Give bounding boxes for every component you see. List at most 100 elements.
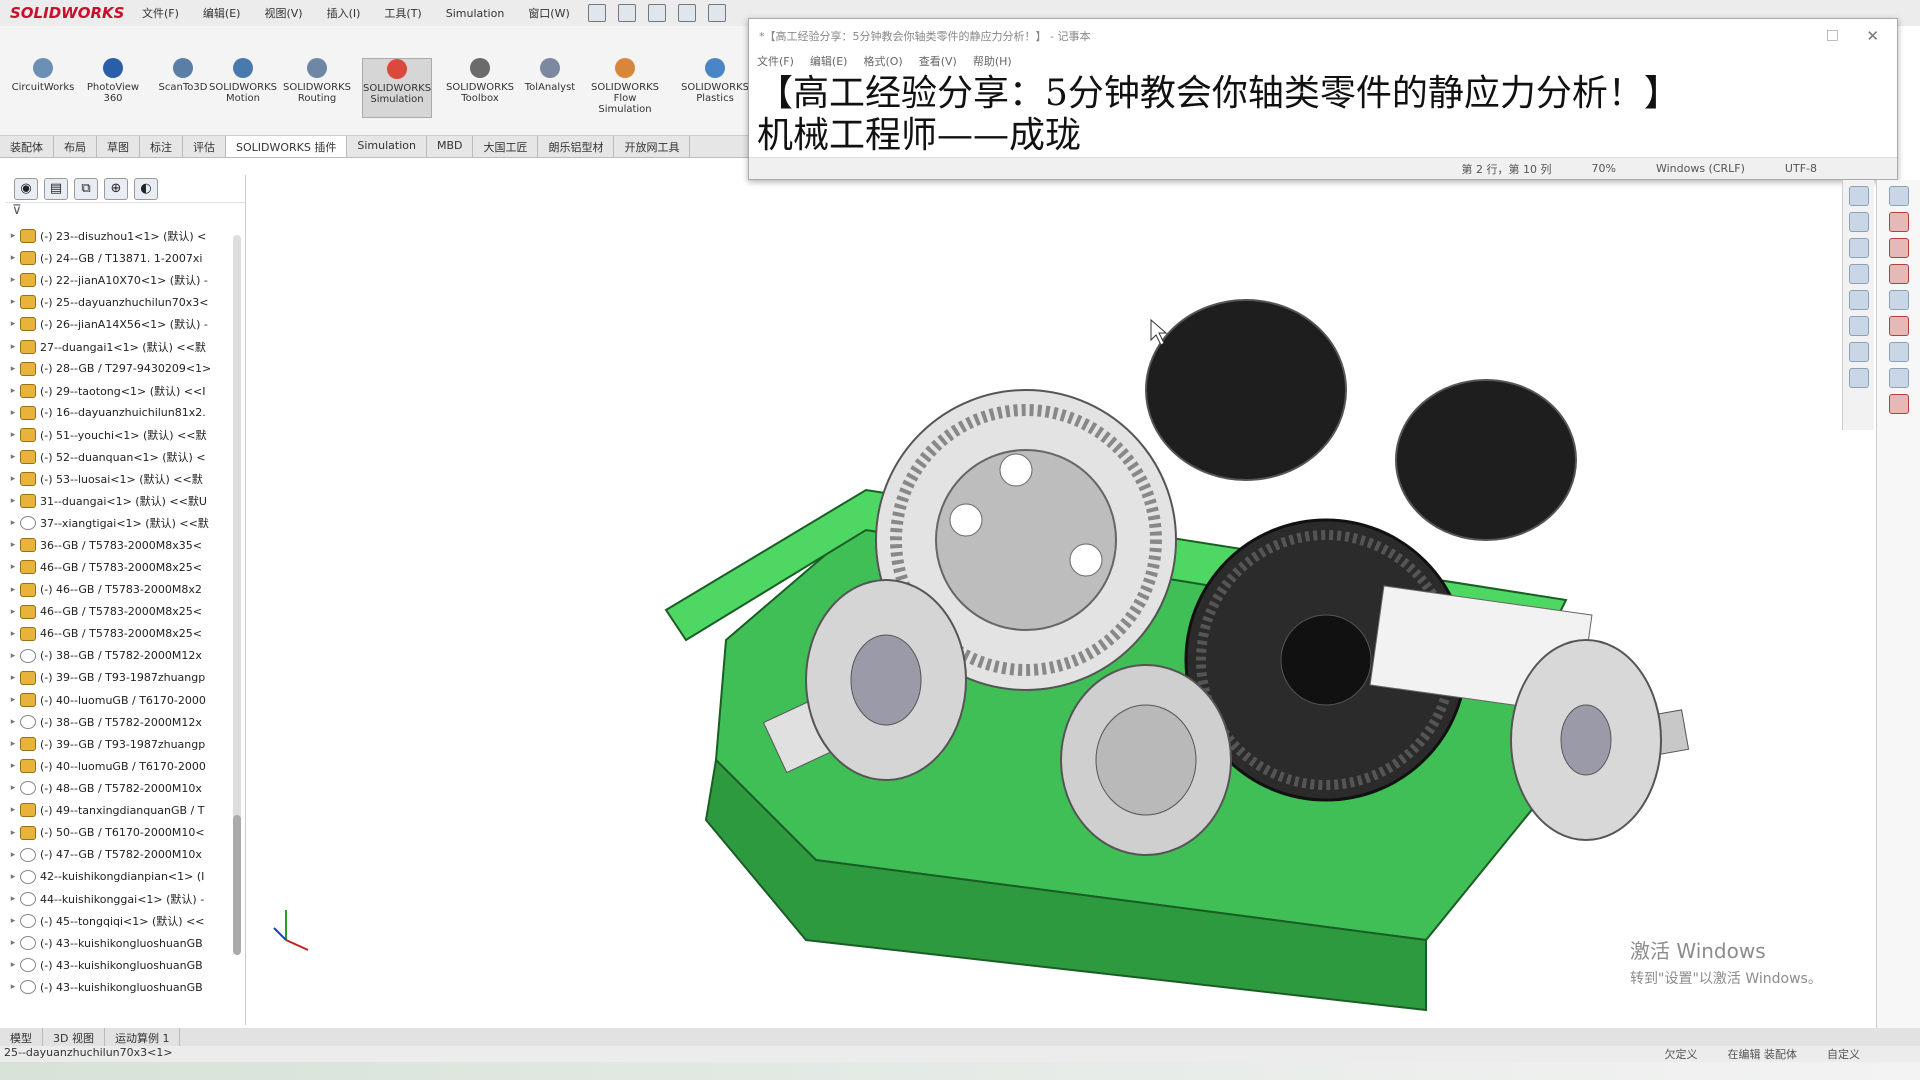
menu-window[interactable]: 窗口(W) bbox=[516, 5, 581, 21]
solidworks-resource-icon[interactable] bbox=[1888, 264, 1909, 284]
cmd-button-1[interactable]: PhotoView 360 bbox=[78, 58, 148, 118]
folder-icon[interactable] bbox=[1848, 368, 1869, 388]
solidworks-resource-icon[interactable] bbox=[1888, 394, 1909, 414]
cmd-button-4[interactable]: SOLIDWORKS Routing bbox=[282, 58, 352, 118]
tree-row[interactable]: ▸ (-) 47--GB / T5782-2000M10x bbox=[6, 844, 245, 866]
tree-row[interactable]: ▸ 46--GB / T5783-2000M8x25< bbox=[6, 556, 245, 578]
expand-arrow-icon[interactable]: ▸ bbox=[6, 408, 20, 418]
tree-row[interactable]: ▸ (-) 40--luomuGB / T6170-2000 bbox=[6, 689, 245, 711]
solidworks-resource-icon[interactable] bbox=[1888, 316, 1909, 336]
check-icon[interactable] bbox=[1888, 368, 1909, 388]
tree-row[interactable]: ▸ (-) 43--kuishikongluoshuanGB bbox=[6, 976, 245, 998]
menu-insert[interactable]: 插入(I) bbox=[315, 5, 373, 21]
tree-row[interactable]: ▸ (-) 45--tongqiqi<1> (默认) << bbox=[6, 910, 245, 932]
display-manager-icon[interactable]: ◐ bbox=[134, 177, 158, 200]
expand-arrow-icon[interactable]: ▸ bbox=[6, 364, 20, 374]
expand-arrow-icon[interactable]: ▸ bbox=[6, 562, 20, 572]
notepad-window[interactable]: *【高工经验分享：5分钟教会你轴类零件的静应力分析！】 - 记事本 □ ✕ 文件… bbox=[748, 18, 1898, 180]
cmd-button-6[interactable]: SOLIDWORKS Toolbox bbox=[445, 58, 515, 118]
tree-row[interactable]: ▸ (-) 49--tanxingdianquanGB / T bbox=[6, 799, 245, 821]
design-library-icon[interactable] bbox=[1848, 238, 1869, 258]
tree-row[interactable]: ▸ (-) 43--kuishikongluoshuanGB bbox=[6, 932, 245, 954]
notepad-text-area[interactable]: 【高工经验分享：5分钟教会你轴类零件的静应力分析！】 机械工程师——成珑 bbox=[749, 73, 1897, 157]
tab-motion-study[interactable]: 运动算例 1 bbox=[105, 1028, 181, 1046]
tree-row[interactable]: ▸ (-) 46--GB / T5783-2000M8x2 bbox=[6, 579, 245, 601]
tree-row[interactable]: ▸ 36--GB / T5783-2000M8x35< bbox=[6, 534, 245, 556]
expand-arrow-icon[interactable]: ▸ bbox=[6, 342, 20, 352]
expand-arrow-icon[interactable]: ▸ bbox=[6, 651, 20, 661]
expand-arrow-icon[interactable]: ▸ bbox=[6, 319, 20, 329]
filter-icon[interactable]: ⊽ bbox=[6, 203, 245, 225]
tree-row[interactable]: ▸ (-) 48--GB / T5782-2000M10x bbox=[6, 777, 245, 799]
expand-arrow-icon[interactable]: ▸ bbox=[6, 982, 20, 992]
cmd-button-7[interactable]: TolAnalyst bbox=[515, 58, 585, 118]
open-icon[interactable] bbox=[677, 4, 696, 22]
tree-row[interactable]: ▸ (-) 16--dayuanzhuichilun81x2. bbox=[6, 402, 245, 424]
expand-arrow-icon[interactable]: ▸ bbox=[6, 938, 20, 948]
np-menu-format[interactable]: 格式(O) bbox=[863, 53, 902, 73]
expand-arrow-icon[interactable]: ▸ bbox=[6, 872, 20, 882]
tree-row[interactable]: ▸ (-) 28--GB / T297-9430209<1> bbox=[6, 358, 245, 380]
tree-row[interactable]: ▸ 31--duangai<1> (默认) <<默U bbox=[6, 490, 245, 512]
tree-row[interactable]: ▸ (-) 22--jianA10X70<1> (默认) - bbox=[6, 269, 245, 291]
tree-row[interactable]: ▸ (-) 43--kuishikongluoshuanGB bbox=[6, 954, 245, 976]
menu-tools[interactable]: 工具(T) bbox=[372, 5, 433, 21]
gear-reducer-model[interactable] bbox=[246, 160, 1846, 1030]
tree-row[interactable]: ▸ 42--kuishikongdianpian<1> (I bbox=[6, 866, 245, 888]
graphics-area[interactable] bbox=[246, 160, 1846, 1030]
expand-arrow-icon[interactable]: ▸ bbox=[6, 386, 20, 396]
tab-3d-views[interactable]: 3D 视图 bbox=[43, 1028, 105, 1046]
tab-7[interactable]: MBD bbox=[427, 136, 474, 157]
tree-row[interactable]: ▸ 46--GB / T5783-2000M8x25< bbox=[6, 601, 245, 623]
expand-arrow-icon[interactable]: ▸ bbox=[6, 540, 20, 550]
cmd-button-9[interactable]: SOLIDWORKS Plastics bbox=[680, 58, 750, 118]
tab-model[interactable]: 模型 bbox=[0, 1028, 43, 1046]
expand-arrow-icon[interactable]: ▸ bbox=[6, 805, 20, 815]
units-status[interactable]: 自定义 bbox=[1827, 1046, 1860, 1062]
expand-arrow-icon[interactable]: ▸ bbox=[6, 673, 20, 683]
expand-arrow-icon[interactable]: ▸ bbox=[6, 496, 20, 506]
tab-6[interactable]: Simulation bbox=[347, 136, 427, 157]
tab-5[interactable]: SOLIDWORKS 插件 bbox=[226, 136, 348, 157]
resources-icon[interactable] bbox=[1848, 212, 1869, 232]
expand-arrow-icon[interactable]: ▸ bbox=[6, 430, 20, 440]
toolbox-icon[interactable] bbox=[1848, 342, 1869, 362]
expand-arrow-icon[interactable]: ▸ bbox=[6, 275, 20, 285]
expand-arrow-icon[interactable]: ▸ bbox=[6, 916, 20, 926]
dimxpert-icon[interactable]: ⊕ bbox=[104, 177, 128, 200]
tree-row[interactable]: ▸ (-) 29--taotong<1> (默认) <<I bbox=[6, 380, 245, 402]
np-menu-help[interactable]: 帮助(H) bbox=[973, 53, 1012, 73]
np-menu-edit[interactable]: 编辑(E) bbox=[810, 53, 848, 73]
save-icon[interactable] bbox=[707, 4, 726, 22]
tree-row[interactable]: ▸ (-) 50--GB / T6170-2000M10< bbox=[6, 822, 245, 844]
tree-row[interactable]: ▸ (-) 39--GB / T93-1987zhuangp bbox=[6, 733, 245, 755]
expand-arrow-icon[interactable]: ▸ bbox=[6, 607, 20, 617]
expand-arrow-icon[interactable]: ▸ bbox=[6, 253, 20, 263]
tree-row[interactable]: ▸ (-) 25--dayuanzhuchilun70x3< bbox=[6, 291, 245, 313]
tree-row[interactable]: ▸ (-) 24--GB / T13871. 1-2007xi bbox=[6, 247, 245, 269]
feature-manager-icon[interactable]: ◉ bbox=[14, 177, 38, 200]
close-icon[interactable]: ✕ bbox=[1866, 27, 1879, 45]
expand-arrow-icon[interactable]: ▸ bbox=[6, 474, 20, 484]
tab-8[interactable]: 大国工匠 bbox=[473, 136, 539, 157]
expand-arrow-icon[interactable]: ▸ bbox=[6, 717, 20, 727]
expand-arrow-icon[interactable]: ▸ bbox=[6, 518, 20, 528]
menu-edit[interactable]: 编辑(E) bbox=[191, 5, 253, 21]
expand-arrow-icon[interactable]: ▸ bbox=[6, 452, 20, 462]
property-manager-icon[interactable]: ▤ bbox=[44, 177, 68, 200]
expand-arrow-icon[interactable]: ▸ bbox=[6, 629, 20, 639]
tree-row[interactable]: ▸ 27--duangai1<1> (默认) <<默 bbox=[6, 335, 245, 357]
custom-properties-icon[interactable] bbox=[1848, 316, 1869, 336]
np-menu-view[interactable]: 查看(V) bbox=[919, 53, 957, 73]
tree-row[interactable]: ▸ 37--xiangtigai<1> (默认) <<默 bbox=[6, 512, 245, 534]
tree-row[interactable]: ▸ (-) 38--GB / T5782-2000M12x bbox=[6, 645, 245, 667]
tree-row[interactable]: ▸ (-) 53--luosai<1> (默认) <<默 bbox=[6, 468, 245, 490]
expand-arrow-icon[interactable]: ▸ bbox=[6, 894, 20, 904]
tree-row[interactable]: ▸ (-) 23--disuzhou1<1> (默认) < bbox=[6, 225, 245, 247]
pin-icon[interactable] bbox=[587, 4, 606, 22]
tree-scrollbar[interactable] bbox=[233, 235, 241, 955]
file-explorer-icon[interactable] bbox=[1848, 264, 1869, 284]
expand-arrow-icon[interactable]: ▸ bbox=[6, 828, 20, 838]
expand-arrow-icon[interactable]: ▸ bbox=[6, 960, 20, 970]
expand-arrow-icon[interactable]: ▸ bbox=[6, 761, 20, 771]
